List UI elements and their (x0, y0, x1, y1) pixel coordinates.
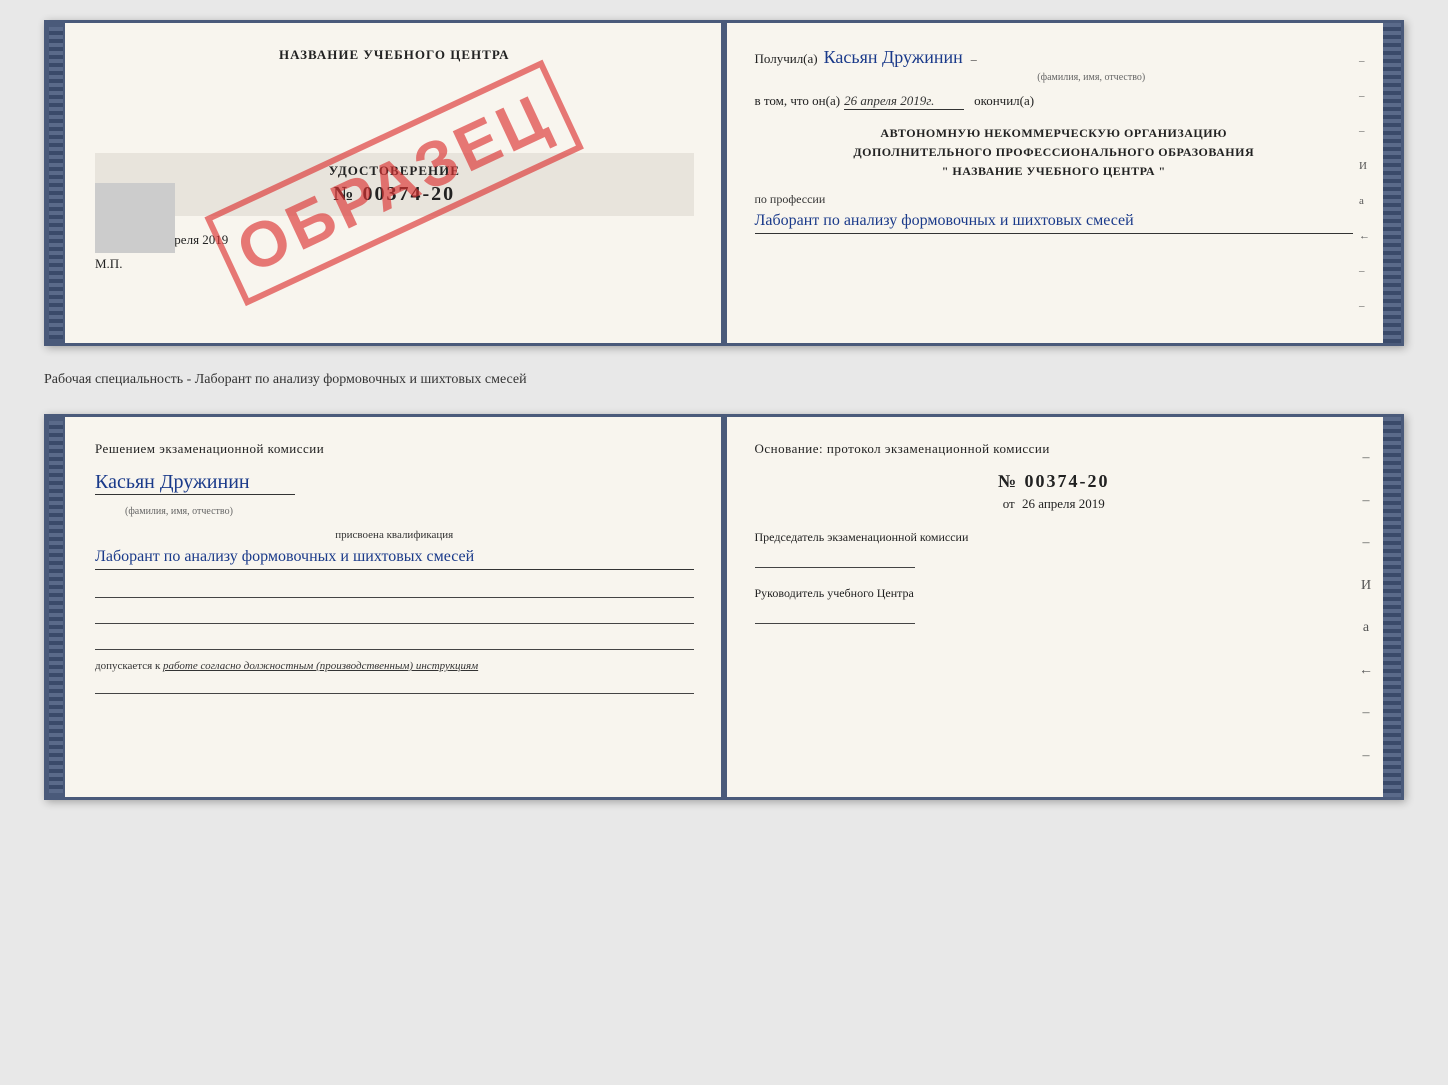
ot-date: 26 апреля 2019 (1022, 496, 1105, 511)
b-dash-5: – (1359, 748, 1373, 764)
page-container: НАЗВАНИЕ УЧЕБНОГО ЦЕНТРА ОБРАЗЕЦ УДОСТОВ… (44, 20, 1404, 800)
b-dash-1: – (1359, 450, 1373, 466)
b-dash-3: – (1359, 535, 1373, 551)
bottom-right-page: Основание: протокол экзаменационной коми… (725, 417, 1384, 797)
b-dash-И: И (1359, 578, 1373, 594)
separator-label: Рабочая специальность - Лаборант по анал… (44, 364, 1404, 396)
bottom-cert-book: Решением экзаменационной комиссии Касьян… (44, 414, 1404, 800)
bottom-kvalif-hw: Лаборант по анализу формовочных и шихтов… (95, 545, 694, 570)
b-dash-a: а (1359, 620, 1373, 636)
dash-2: – (1359, 90, 1373, 102)
dash-1: – (1359, 55, 1373, 67)
dash-3: – (1359, 125, 1373, 137)
bottom-final-line (95, 678, 694, 694)
poluchil-line: Получил(а) Касьян Дружинин – (755, 47, 1354, 68)
dopuskaetsya-block: допускается к работе согласно должностны… (95, 660, 694, 672)
profession-value: Лаборант по анализу формовочных и шихтов… (755, 209, 1354, 234)
org-block: АВТОНОМНУЮ НЕКОММЕРЧЕСКУЮ ОРГАНИЗАЦИЮ ДО… (755, 124, 1354, 182)
bottom-name-hw: Касьян Дружинин (95, 471, 295, 495)
right-side-dashes: – – – И а ← – – (1359, 43, 1373, 323)
vtomchto-label: в том, что он(а) (755, 93, 841, 109)
spine-right (1383, 23, 1401, 343)
mp-label: М.П. (95, 256, 694, 272)
po-professii-label: по профессии (755, 192, 1354, 207)
predsedatel-signature-line (755, 552, 915, 568)
bottom-left-title: Решением экзаменационной комиссии (95, 441, 694, 457)
org-line3: " НАЗВАНИЕ УЧЕБНОГО ЦЕНТРА " (755, 162, 1354, 181)
dopuskaetsya-text: работе согласно должностным (производств… (163, 660, 478, 672)
rukov-signature-line (755, 608, 915, 624)
bottom-lines (95, 582, 694, 650)
org-line1: АВТОНОМНУЮ НЕКОММЕРЧЕСКУЮ ОРГАНИЗАЦИЮ (755, 124, 1354, 143)
line-item-3 (95, 634, 694, 650)
bottom-name-line: Касьян Дружинин (95, 471, 694, 495)
bottom-spine-right (1383, 417, 1401, 797)
dash-arrow: ← (1359, 230, 1373, 242)
org-line2: ДОПОЛНИТЕЛЬНОГО ПРОФЕССИОНАЛЬНОГО ОБРАЗО… (755, 143, 1354, 162)
dopuskaetsya-prefix: допускается к (95, 660, 160, 672)
top-cert-title: НАЗВАНИЕ УЧЕБНОГО ЦЕНТРА (95, 47, 694, 63)
udost-label: УДОСТОВЕРЕНИЕ (111, 163, 678, 179)
b-dash-2: – (1359, 493, 1373, 509)
vydano-line: Выдано 26 апреля 2019 (95, 232, 694, 248)
bottom-name-subtitle: (фамилия, имя, отчество) (95, 501, 694, 519)
recipient-name: Касьян Дружинин (824, 47, 963, 68)
bottom-spine-left (47, 417, 65, 797)
bottom-right-date: от 26 апреля 2019 (755, 496, 1354, 512)
bottom-right-title: Основание: протокол экзаменационной коми… (755, 441, 1354, 457)
top-cert-book: НАЗВАНИЕ УЧЕБНОГО ЦЕНТРА ОБРАЗЕЦ УДОСТОВ… (44, 20, 1404, 346)
udost-block: УДОСТОВЕРЕНИЕ № 00374-20 (95, 153, 694, 216)
line-item-1 (95, 582, 694, 598)
udost-number: № 00374-20 (111, 183, 678, 206)
b-dash-4: – (1359, 705, 1373, 721)
bottom-left-page: Решением экзаменационной комиссии Касьян… (65, 417, 725, 797)
dash-a: а (1359, 195, 1373, 207)
completion-date: 26 апреля 2019г. (844, 93, 964, 110)
dash-4: – (1359, 265, 1373, 277)
spine-left (47, 23, 65, 343)
okonchil-label: окончил(а) (974, 93, 1034, 109)
prisvoena-label: присвоена квалификация (95, 529, 694, 541)
recipient-subtitle: (фамилия, имя, отчество) (830, 72, 1354, 83)
top-cert-left-page: НАЗВАНИЕ УЧЕБНОГО ЦЕНТРА ОБРАЗЕЦ УДОСТОВ… (65, 23, 725, 343)
b-dash-arrow: ← (1359, 663, 1373, 679)
bottom-right-number: № 00374-20 (755, 471, 1354, 492)
rukov-label: Руководитель учебного Центра (755, 584, 1354, 602)
top-cert-right-page: Получил(а) Касьян Дружинин – (фамилия, и… (725, 23, 1384, 343)
ot-label: от (1003, 496, 1015, 511)
line-item-2 (95, 608, 694, 624)
bottom-right-side-dashes: – – – И а ← – – (1359, 437, 1373, 777)
bottom-name-subtitle-text: (фамилия, имя, отчество) (125, 506, 233, 517)
predsedatel-label: Председатель экзаменационной комиссии (755, 528, 1354, 546)
vtomchto-line: в том, что он(а) 26 апреля 2019г. окончи… (755, 93, 1354, 110)
poluchil-label: Получил(а) (755, 51, 818, 67)
dash-И: И (1359, 160, 1373, 172)
photo-placeholder (95, 183, 175, 253)
dash-5: – (1359, 300, 1373, 312)
